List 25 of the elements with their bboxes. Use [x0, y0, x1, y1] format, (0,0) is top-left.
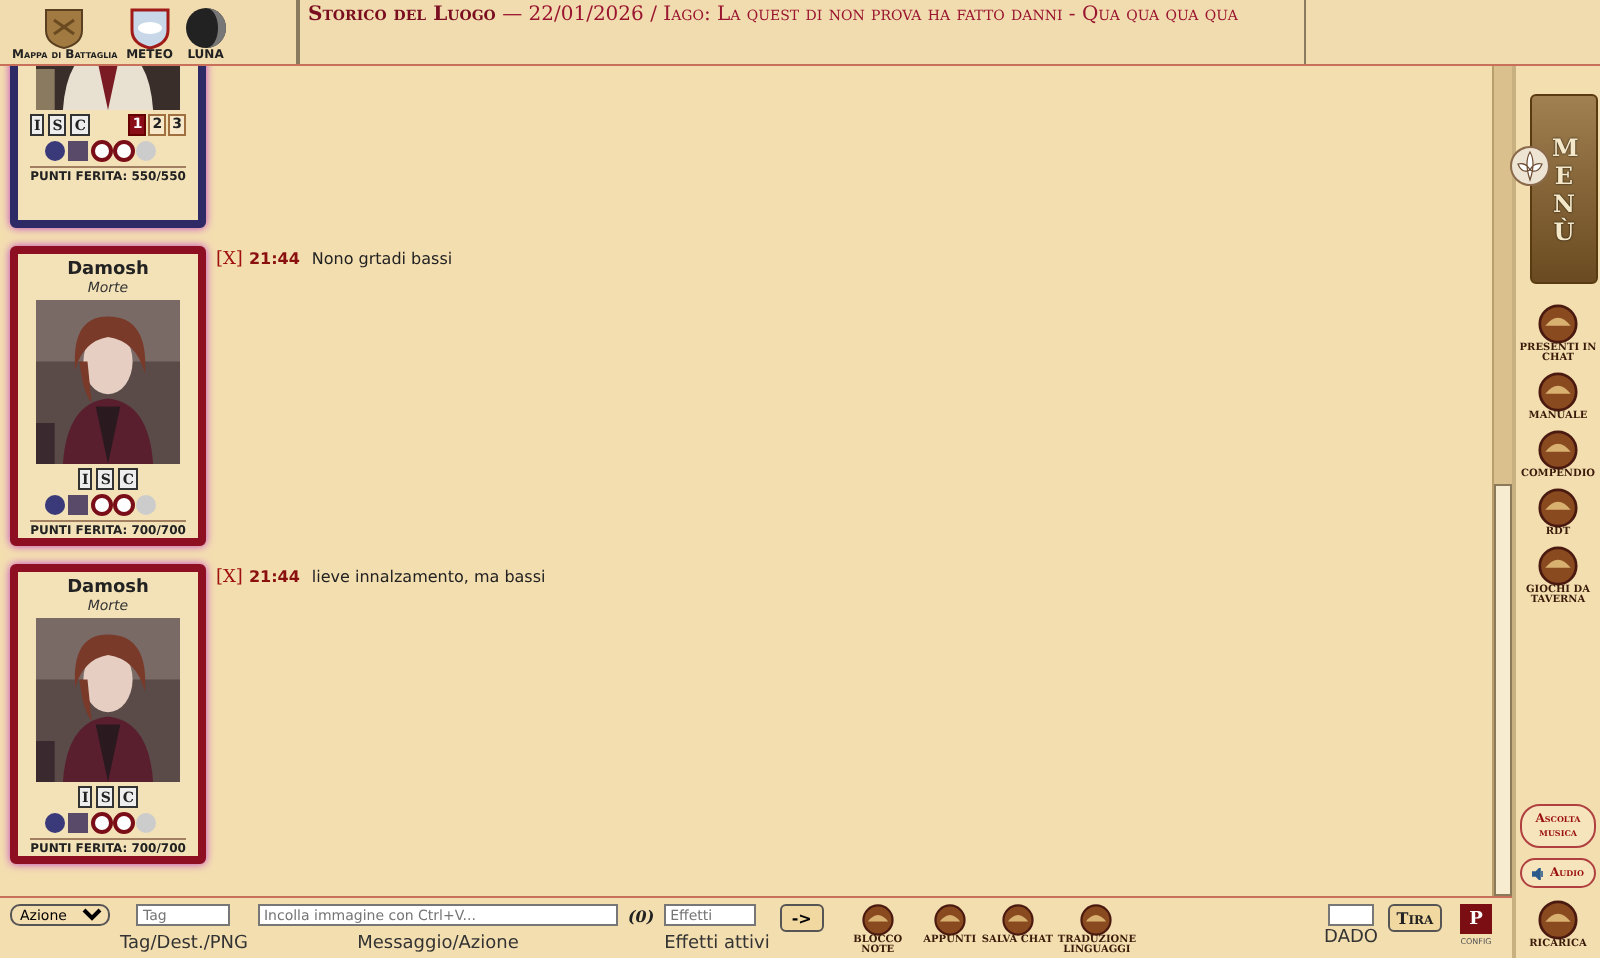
field-label: Messaggio/Azione — [357, 934, 519, 954]
roll-button[interactable]: Tira — [1388, 904, 1442, 932]
character-name: Damosh — [67, 578, 149, 598]
message-time: 21:44 — [248, 250, 300, 268]
message-text: Nono grtadi bassi — [311, 250, 453, 268]
field-label: Tag/Dest./PNG — [120, 934, 248, 954]
message-time: 21:44 — [248, 568, 300, 586]
shield-icon — [40, 6, 89, 50]
delete-link[interactable]: [X] — [216, 250, 243, 270]
scrollbar[interactable] — [1492, 66, 1512, 896]
effects-count: (0) — [627, 906, 655, 926]
cloud-shield-icon — [125, 6, 174, 50]
message-text: lieve innalzamento, ma bassi — [311, 568, 546, 586]
delete-link[interactable]: [X] — [216, 568, 243, 588]
character-name: Damosh — [67, 260, 149, 280]
dice-field[interactable] — [1328, 904, 1375, 926]
fleur-de-lis-icon — [1510, 146, 1550, 186]
field-label: Effetti attivi — [664, 934, 770, 954]
moon-icon — [181, 6, 230, 50]
menu-button[interactable]: MENÙ — [1530, 94, 1598, 284]
log-title: Storico del Luogo — 22/01/2026 / Iago: La quest di non prova ha fatto danni - Qua qua qua qua — [300, 0, 1306, 64]
round-emblem-icon — [1532, 488, 1584, 528]
send-button[interactable]: -> — [779, 904, 824, 932]
speaker-icon — [1532, 867, 1547, 879]
field-label: DADO — [1324, 928, 1378, 948]
